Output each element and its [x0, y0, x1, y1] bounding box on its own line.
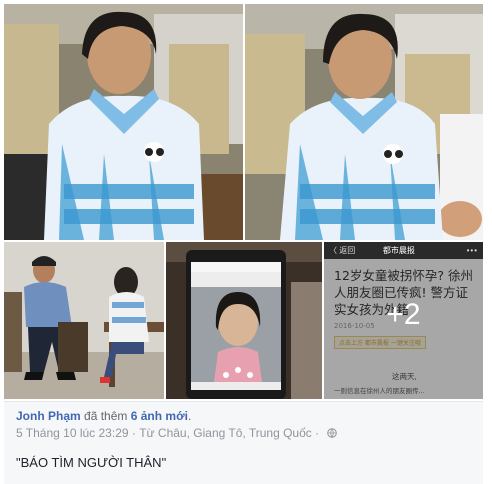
post-footer: Jonh Phạm đã thêm 6 ảnh mới. 5 Tháng 10 …: [4, 401, 483, 484]
globe-icon[interactable]: [327, 428, 338, 438]
meta-separator-2: ·: [311, 426, 323, 440]
post-action-line: Jonh Phạm đã thêm 6 ảnh mới.: [16, 409, 471, 423]
photo-3[interactable]: [4, 242, 164, 399]
new-photos-link[interactable]: 6 ảnh mới: [131, 409, 188, 423]
post-meta-line: 5 Tháng 10 lúc 23:29 · Từ Châu, Giang Tô…: [16, 426, 471, 440]
photo-1[interactable]: [4, 4, 243, 240]
timestamp-link[interactable]: 5 Tháng 10 lúc 23:29: [16, 426, 129, 440]
meta-separator: ·: [128, 426, 140, 440]
photo-2-image: [245, 4, 483, 240]
more-photos-count: +2: [386, 298, 421, 331]
post-caption: "BÁO TÌM NGƯỜI THÂN": [16, 455, 167, 470]
more-dots-icon: •••: [466, 246, 478, 255]
action-end: .: [187, 409, 192, 423]
action-text: đã thêm: [80, 409, 131, 423]
photo-1-image: [4, 4, 243, 240]
photo-4-image: [166, 242, 322, 399]
photo-2[interactable]: [245, 4, 483, 240]
article-source-title: 都市晨报: [382, 246, 415, 255]
article-header: 〈 返回 都市晨报 •••: [324, 242, 483, 259]
photo-4[interactable]: [166, 242, 322, 399]
location-link[interactable]: Từ Châu, Giang Tô, Trung Quốc: [139, 426, 312, 440]
back-link: 〈 返回: [329, 246, 356, 255]
photo-5-more[interactable]: 〈 返回 都市晨报 ••• 12岁女童被拐怀孕? 徐州人朋友圈已传疯! 警方证实…: [324, 242, 483, 399]
author-link[interactable]: Jonh Phạm: [16, 409, 81, 423]
photo-3-image: [4, 242, 164, 399]
